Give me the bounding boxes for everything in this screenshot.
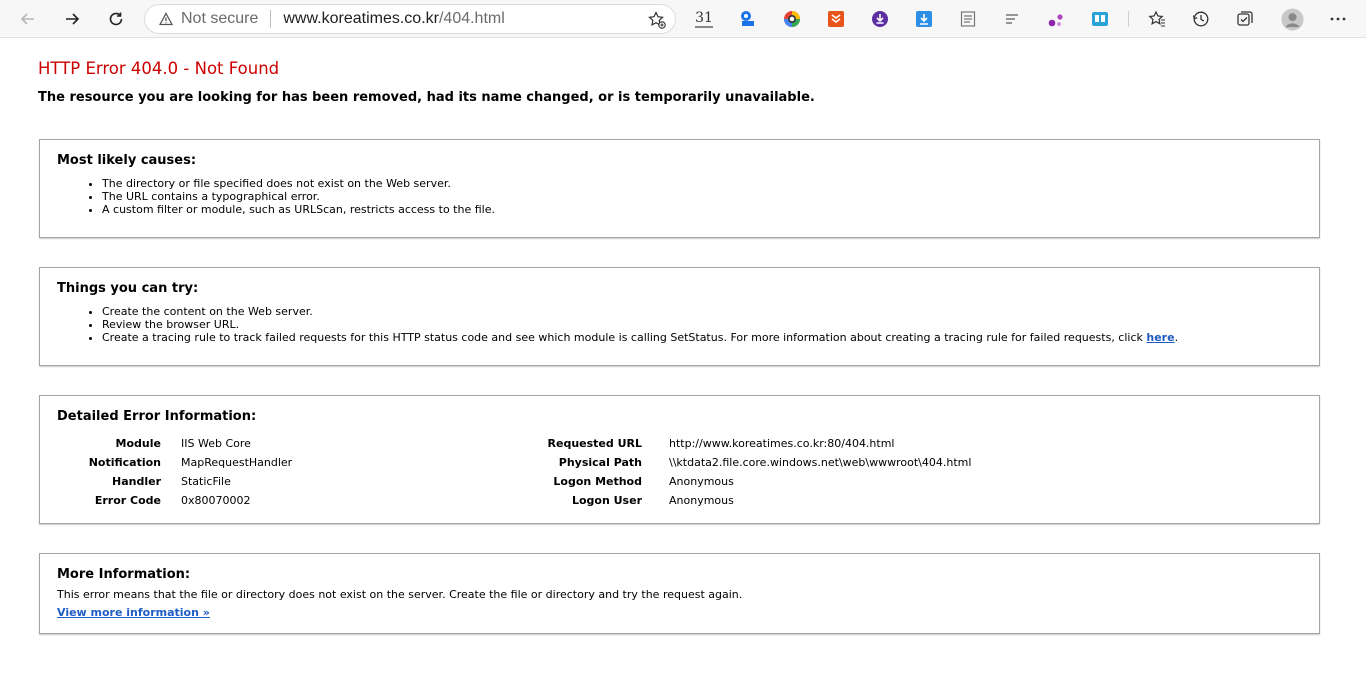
refresh-icon (109, 12, 123, 26)
history-clock-icon (1192, 11, 1209, 27)
handler-value: StaticFile (181, 475, 231, 488)
extension-downloader-purple[interactable] (870, 9, 890, 29)
view-more-info-link[interactable]: View more information » (57, 606, 210, 619)
error-title: HTTP Error 404.0 - Not Found (38, 59, 280, 78)
profile-button[interactable] (1280, 7, 1304, 31)
extension-shield[interactable] (826, 9, 846, 29)
url-host: www.koreatimes.co.kr (283, 10, 439, 27)
more-info-box: More Information: This error means that … (39, 553, 1320, 634)
favorites-button[interactable] (1147, 9, 1167, 29)
warning-triangle-icon (159, 12, 173, 26)
logon-user-value: Anonymous (669, 494, 734, 507)
extension-lines[interactable] (1002, 9, 1022, 29)
error-code-value: 0x80070002 (181, 494, 251, 507)
list-item: A custom filter or module, such as URLSc… (102, 203, 1302, 216)
download-circle-icon (872, 11, 888, 27)
try-list: Create the content on the Web server. Re… (57, 305, 1302, 344)
module-value: IIS Web Core (181, 437, 251, 450)
browser-toolbar: Not secure www.koreatimes.co.kr/404.html… (0, 0, 1366, 38)
more-info-text: This error means that the file or direct… (57, 588, 743, 601)
logon-user-label: Logon User (571, 494, 642, 507)
translate-icon (741, 11, 754, 26)
error-code-label: Error Code (94, 494, 161, 507)
causes-box: Most likely causes: The directory or fil… (39, 139, 1320, 238)
collections-icon (1237, 11, 1253, 26)
extension-book[interactable] (1090, 9, 1110, 29)
error-subtitle: The resource you are looking for has bee… (38, 90, 815, 105)
extension-color-picker[interactable] (782, 9, 802, 29)
causes-heading: Most likely causes: (57, 153, 197, 168)
causes-list: The directory or file specified does not… (57, 177, 1302, 216)
requested-url-value: http://www.koreatimes.co.kr:80/404.html (669, 437, 895, 450)
period-text: . (1174, 331, 1179, 344)
orange-shield-icon (828, 11, 844, 27)
list-item: Review the browser URL. (102, 318, 1302, 331)
settings-more-button[interactable] (1328, 9, 1348, 29)
add-favorite-icon[interactable] (647, 10, 667, 30)
book-icon (1092, 12, 1108, 26)
forward-button[interactable] (57, 4, 87, 34)
tracing-rule-text: Create a tracing rule to track failed re… (102, 331, 1147, 344)
try-heading: Things you can try: (57, 281, 199, 296)
calendar-icon: 31 (695, 10, 713, 28)
nodes-icon (1048, 14, 1063, 27)
list-item: The directory or file specified does not… (102, 177, 1302, 190)
list-item: Create the content on the Web server. (102, 305, 1302, 318)
list-item: The URL contains a typographical error. (102, 190, 1302, 203)
url-path: /404.html (438, 10, 505, 27)
download-box-icon (916, 11, 932, 27)
address-bar[interactable]: Not secure www.koreatimes.co.kr/404.html (144, 4, 676, 34)
list-item: Create a tracing rule to track failed re… (102, 331, 1302, 344)
refresh-button[interactable] (101, 4, 131, 34)
notification-label: Notification (88, 456, 161, 469)
module-label: Module (115, 437, 161, 450)
favorites-star-icon (1148, 10, 1165, 27)
back-arrow-icon (20, 13, 34, 25)
color-wheel-icon (784, 11, 800, 27)
detail-right-labels: Requested URL Physical Path Logon Method… (517, 434, 642, 510)
extension-calendar[interactable]: 31 (694, 9, 714, 29)
extension-graph[interactable] (1046, 9, 1066, 29)
document-icon (960, 11, 976, 27)
text-lines-icon (1006, 14, 1018, 24)
collections-button[interactable] (1235, 9, 1255, 29)
more-info-heading: More Information: (57, 567, 191, 582)
physical-path-value: \\ktdata2.file.core.windows.net\web\wwwr… (669, 456, 972, 469)
here-link[interactable]: here (1146, 331, 1174, 344)
detail-left-labels: Module Notification Handler Error Code (57, 434, 161, 510)
notification-value: MapRequestHandler (181, 456, 293, 469)
toolbar-separator (1128, 11, 1129, 27)
security-status[interactable]: Not secure (181, 10, 258, 28)
detail-box: Detailed Error Information: Module Notif… (39, 395, 1320, 524)
logon-method-value: Anonymous (669, 475, 734, 488)
history-button[interactable] (1191, 9, 1211, 29)
detail-right-values: http://www.koreatimes.co.kr:80/404.html … (669, 434, 971, 510)
extension-reader[interactable] (958, 9, 978, 29)
physical-path-label: Physical Path (558, 456, 642, 469)
forward-arrow-icon (66, 13, 80, 25)
more-dots-icon (1330, 17, 1346, 21)
extension-downloader-blue[interactable] (914, 9, 934, 29)
detail-left-values: IIS Web Core MapRequestHandler StaticFil… (181, 434, 292, 510)
extension-translate[interactable] (738, 9, 758, 29)
address-separator (270, 10, 272, 28)
requested-url-label: Requested URL (547, 437, 642, 450)
avatar-icon (1280, 7, 1304, 31)
detail-heading: Detailed Error Information: (57, 409, 257, 424)
logon-method-label: Logon Method (553, 475, 642, 488)
try-box: Things you can try: Create the content o… (39, 267, 1320, 366)
back-button[interactable] (13, 4, 43, 34)
handler-label: Handler (112, 475, 161, 488)
